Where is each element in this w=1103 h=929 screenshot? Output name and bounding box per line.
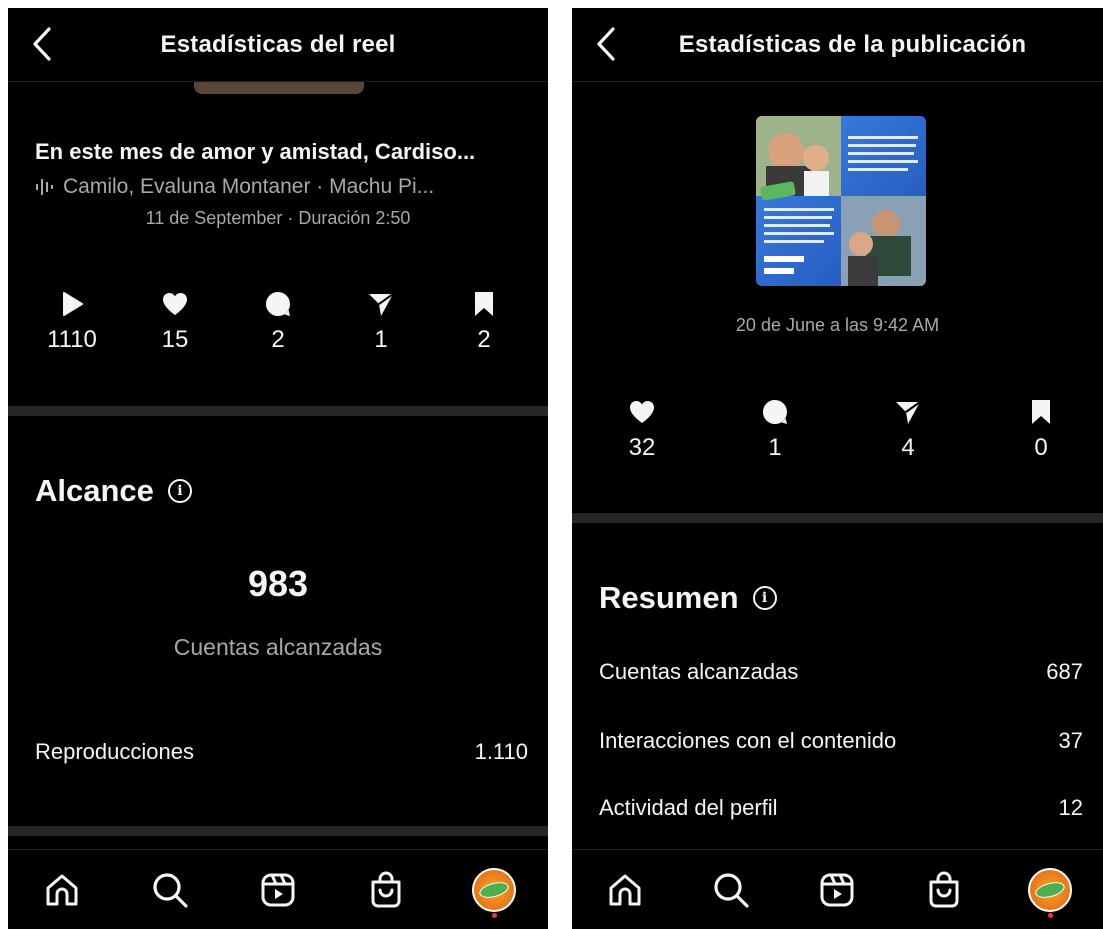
metric-label: Cuentas alcanzadas xyxy=(599,659,799,684)
notification-dot xyxy=(1047,912,1053,918)
page-title: Estadísticas del reel xyxy=(160,30,396,58)
nav-home[interactable] xyxy=(595,860,655,920)
reach-value: 983 xyxy=(247,563,309,604)
stat-comments: 1 xyxy=(735,396,815,462)
post-stats: 32 1 4 0 xyxy=(572,396,1103,462)
reel-audio[interactable]: Camilo, Evaluna Montaner · Machu Pi... xyxy=(35,175,434,199)
metric-row-accounts-reached[interactable]: Cuentas alcanzadas 687 xyxy=(599,659,1083,685)
nav-search[interactable] xyxy=(701,860,761,920)
reel-stats: 1110 15 2 1 2 xyxy=(8,288,548,354)
reel-date: 11 de September · Duración 2:50 xyxy=(145,208,411,228)
reels-icon xyxy=(820,873,854,906)
stat-saves: 2 xyxy=(444,288,524,354)
stat-value: 2 xyxy=(477,326,491,353)
share-icon xyxy=(369,293,394,316)
reel-insights-screen: Estadísticas del reel En este mes de amo… xyxy=(8,8,548,929)
nav-reels[interactable] xyxy=(807,860,867,920)
post-insights-screen: Estadísticas de la publicación 20 de Jun… xyxy=(572,8,1103,929)
play-icon xyxy=(63,292,83,316)
back-button[interactable] xyxy=(592,26,620,62)
nav-search[interactable] xyxy=(140,860,200,920)
stat-shares: 4 xyxy=(868,396,948,462)
metric-value: 1.110 xyxy=(474,739,528,764)
metric-label: Interacciones con el contenido xyxy=(599,728,897,753)
reel-thumbnail[interactable] xyxy=(194,82,364,94)
metric-row-interactions[interactable]: Interacciones con el contenido 37 xyxy=(599,728,1083,754)
stat-shares: 1 xyxy=(341,288,421,354)
bookmark-icon xyxy=(475,292,493,316)
nav-shop[interactable] xyxy=(914,860,974,920)
nav-reels[interactable] xyxy=(248,860,308,920)
stat-value: 0 xyxy=(1034,434,1048,461)
stat-saves: 0 xyxy=(1001,396,1081,462)
audio-label: Camilo, Evaluna Montaner · Machu Pi... xyxy=(63,175,435,198)
stat-value: 4 xyxy=(901,434,915,461)
metric-label: Reproducciones xyxy=(35,739,194,764)
heart-icon xyxy=(163,293,187,315)
bottom-nav xyxy=(8,849,548,929)
section-divider xyxy=(8,826,548,836)
comment-icon xyxy=(763,400,787,424)
stat-value: 1110 xyxy=(47,326,97,353)
reach-label: Cuentas alcanzadas xyxy=(173,634,383,660)
back-button[interactable] xyxy=(28,26,56,62)
notification-dot xyxy=(492,912,497,918)
metric-row-plays[interactable]: Reproducciones 1.110 xyxy=(35,739,528,765)
chevron-left-icon xyxy=(597,27,615,61)
stat-plays: 1110 xyxy=(32,288,112,354)
section-title-text: Resumen xyxy=(599,580,739,615)
info-icon[interactable]: i xyxy=(167,479,192,503)
search-icon xyxy=(153,872,188,908)
stat-likes: 32 xyxy=(602,396,682,462)
shop-icon xyxy=(371,871,401,907)
section-divider xyxy=(8,406,548,416)
stat-value: 15 xyxy=(161,326,189,353)
chevron-left-icon xyxy=(33,27,51,61)
nav-shop[interactable] xyxy=(356,860,416,920)
post-image xyxy=(756,116,926,286)
metric-value: 12 xyxy=(1058,795,1083,820)
page-title: Estadísticas de la publicación xyxy=(678,30,1027,58)
stat-likes: 15 xyxy=(135,288,215,354)
nav-home[interactable] xyxy=(32,860,92,920)
nav-profile[interactable] xyxy=(464,860,524,920)
metric-value: 687 xyxy=(1046,659,1083,684)
profile-avatar xyxy=(472,867,516,912)
stat-value: 32 xyxy=(628,434,656,461)
post-thumbnail[interactable] xyxy=(756,116,926,286)
info-icon[interactable]: i xyxy=(752,586,777,610)
metric-label: Actividad del perfil xyxy=(599,795,778,820)
reels-icon xyxy=(261,873,295,906)
stat-value: 1 xyxy=(768,434,782,461)
header: Estadísticas de la publicación xyxy=(572,8,1103,82)
search-icon xyxy=(714,872,749,908)
heart-icon xyxy=(630,401,654,423)
stat-value: 1 xyxy=(374,326,388,353)
stat-comments: 2 xyxy=(238,288,318,354)
bottom-nav xyxy=(572,849,1103,929)
comment-icon xyxy=(266,292,290,316)
metric-value: 37 xyxy=(1058,728,1083,753)
bookmark-icon xyxy=(1032,400,1050,424)
stat-value: 2 xyxy=(271,326,285,353)
home-icon xyxy=(46,874,78,905)
nav-profile[interactable] xyxy=(1020,860,1080,920)
home-icon xyxy=(609,874,641,905)
reel-caption: En este mes de amor y amistad, Cardiso..… xyxy=(35,139,476,164)
share-icon xyxy=(896,401,921,424)
section-title-text: Alcance xyxy=(35,473,154,508)
header: Estadísticas del reel xyxy=(8,8,548,82)
section-title: Resumen i xyxy=(599,580,777,616)
shop-icon xyxy=(929,871,959,907)
post-date: 20 de June a las 9:42 AM xyxy=(735,315,940,335)
section-title: Alcance i xyxy=(35,473,192,509)
audio-wave-icon xyxy=(36,179,53,195)
metric-row-profile-activity[interactable]: Actividad del perfil 12 xyxy=(599,795,1083,821)
section-divider xyxy=(572,513,1103,523)
profile-avatar xyxy=(1027,867,1072,912)
